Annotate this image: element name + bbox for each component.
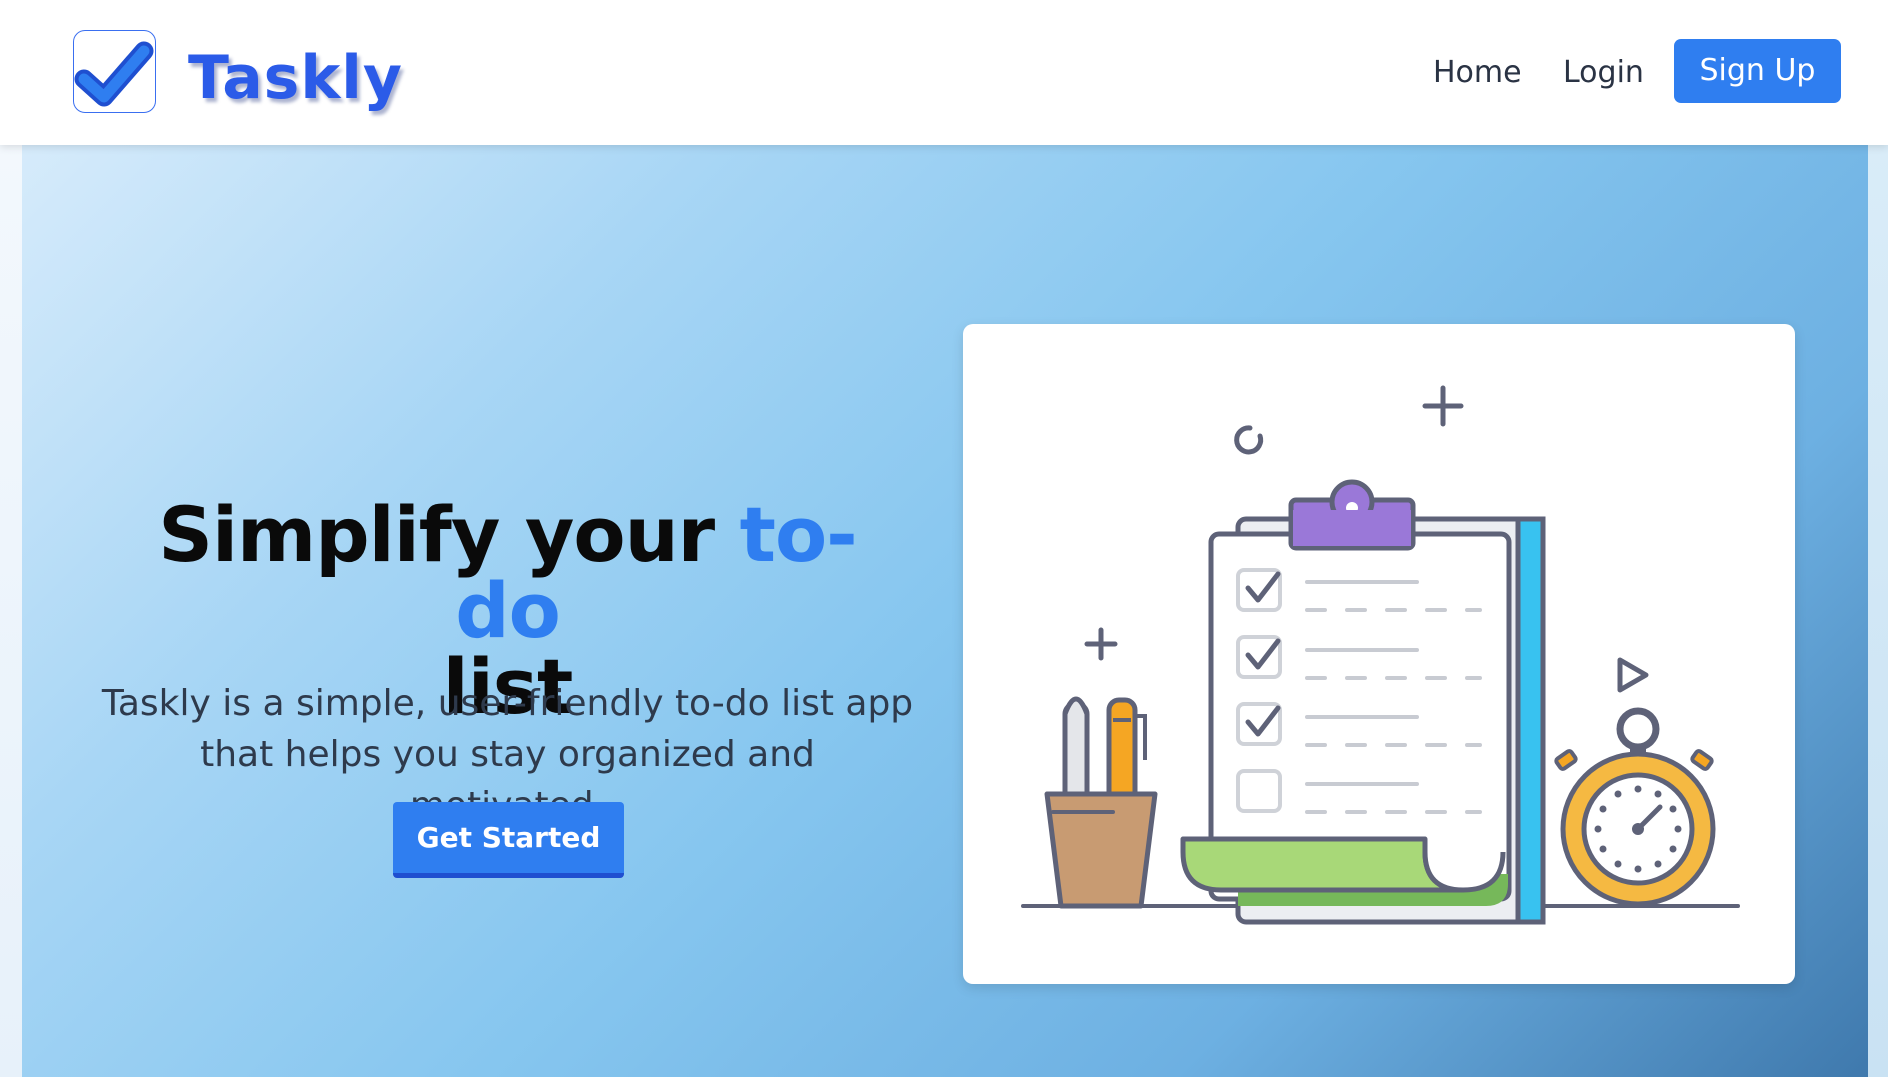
- checkmark-icon: [74, 41, 154, 107]
- nav-login-link[interactable]: Login: [1563, 50, 1644, 96]
- hero-right-edge: [1868, 145, 1888, 1077]
- signup-button[interactable]: Sign Up: [1674, 39, 1841, 103]
- clipboard-checklist-icon: [1021, 385, 1740, 925]
- brand-name[interactable]: Taskly: [188, 38, 403, 118]
- headline-main: Simplify your: [158, 490, 740, 579]
- logo-icon[interactable]: [73, 30, 156, 113]
- top-navbar: Taskly Home Login Sign Up: [0, 0, 1888, 145]
- nav-home-link[interactable]: Home: [1433, 50, 1522, 96]
- hero-left-edge: [0, 145, 22, 1077]
- illustration-card: [963, 324, 1795, 984]
- get-started-button[interactable]: Get Started: [393, 802, 624, 878]
